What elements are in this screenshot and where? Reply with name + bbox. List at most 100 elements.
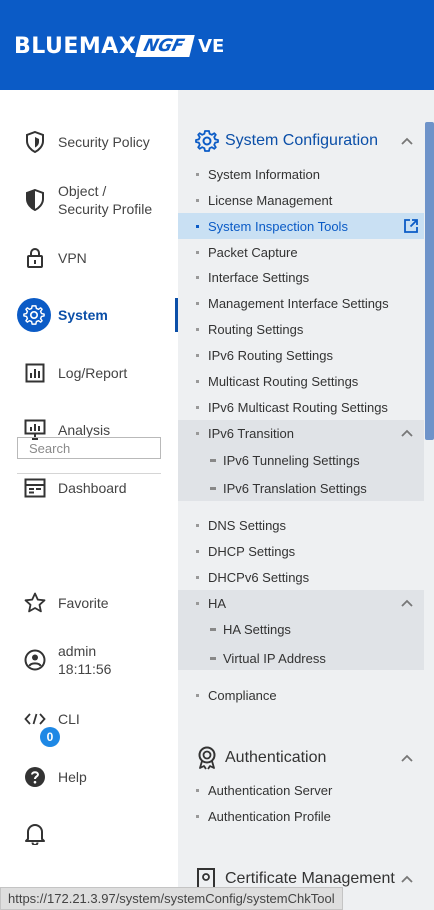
menu-group-ipv6-transition[interactable]: IPv6 Transition bbox=[178, 420, 424, 446]
search-box[interactable] bbox=[17, 437, 161, 459]
gear-icon bbox=[195, 129, 219, 153]
search-input[interactable] bbox=[18, 438, 160, 458]
menu-item-label: IPv6 Multicast Routing Settings bbox=[208, 399, 388, 415]
menu-item-management-interface-settings[interactable]: Management Interface Settings bbox=[178, 290, 424, 316]
menu-item-system-inspection-tools[interactable]: System Inspection Tools bbox=[178, 213, 424, 239]
nav-label: System bbox=[58, 307, 108, 323]
award-badge-icon bbox=[195, 746, 219, 770]
chevron-up-icon[interactable] bbox=[400, 134, 414, 148]
bullet bbox=[196, 431, 199, 435]
menu-item-label: DNS Settings bbox=[208, 517, 287, 533]
nav-label: CLI bbox=[58, 711, 80, 727]
chevron-up-icon[interactable] bbox=[400, 751, 414, 765]
menu-item-authentication-profile[interactable]: Authentication Profile bbox=[178, 803, 424, 829]
menu-item-compliance[interactable]: Compliance bbox=[178, 682, 424, 708]
menu-item-routing-settings[interactable]: Routing Settings bbox=[178, 316, 424, 342]
chevron-up-icon[interactable] bbox=[400, 426, 414, 440]
menu-item-dhcpv6-settings[interactable]: DHCPv6 Settings bbox=[178, 564, 424, 590]
menu-item-label: System Inspection Tools bbox=[208, 218, 348, 234]
scrollbar-thumb[interactable] bbox=[425, 122, 434, 440]
nav-label: Favorite bbox=[58, 595, 109, 611]
menu-item-label: DHCP Settings bbox=[208, 543, 296, 559]
nav-label: Dashboard bbox=[58, 480, 127, 496]
nav-help[interactable]: Help bbox=[0, 763, 178, 791]
menu-item-label: HA bbox=[208, 595, 227, 611]
external-link-icon[interactable] bbox=[402, 217, 420, 235]
shield-icon bbox=[22, 129, 48, 155]
bullet bbox=[196, 224, 199, 228]
bullet bbox=[196, 788, 199, 792]
gear-icon bbox=[17, 298, 51, 332]
menu-item-label: Virtual IP Address bbox=[223, 650, 326, 666]
bullet bbox=[196, 601, 199, 605]
menu-item-system-information[interactable]: System Information bbox=[178, 161, 424, 187]
menu-item-label: Interface Settings bbox=[208, 269, 310, 285]
nav-cli[interactable]: CLI bbox=[0, 706, 178, 732]
menu-item-dhcp-settings[interactable]: DHCP Settings bbox=[178, 538, 424, 564]
menu-item-label: Management Interface Settings bbox=[208, 295, 389, 311]
menu-item-label: DHCPv6 Settings bbox=[208, 569, 310, 585]
nav-security-policy[interactable]: Security Policy bbox=[0, 128, 178, 156]
nav-label-line2: Security Profile bbox=[58, 201, 153, 217]
bullet bbox=[196, 523, 199, 527]
nav-label: Security Policy bbox=[58, 134, 150, 150]
menu-subitem-ipv6-translation-settings[interactable]: IPv6 Translation Settings bbox=[178, 474, 424, 502]
menu-item-label: Authentication Server bbox=[208, 782, 333, 798]
menu-item-label: Compliance bbox=[208, 687, 277, 703]
menu-subitem-ha-settings[interactable]: HA Settings bbox=[178, 615, 424, 643]
nav-object-security-profile[interactable]: Object / Security Profile bbox=[0, 182, 178, 218]
section-system-configuration[interactable]: System Configuration bbox=[178, 126, 424, 156]
menu-item-label: Packet Capture bbox=[208, 244, 298, 260]
nav-label-line1: Object / bbox=[58, 183, 107, 199]
menu-item-ipv6-multicast-routing-settings[interactable]: IPv6 Multicast Routing Settings bbox=[178, 394, 424, 420]
bullet bbox=[196, 549, 199, 553]
menu-item-label: IPv6 Transition bbox=[208, 425, 294, 441]
menu-item-label: HA Settings bbox=[223, 621, 291, 637]
chevron-up-icon[interactable] bbox=[400, 872, 414, 886]
dashboard-icon bbox=[22, 475, 48, 501]
menu-item-label: Routing Settings bbox=[208, 321, 304, 337]
nav-system[interactable]: System bbox=[0, 298, 178, 332]
nav-label: VPN bbox=[58, 250, 87, 266]
menu-item-packet-capture[interactable]: Packet Capture bbox=[178, 239, 424, 265]
menu-item-interface-settings[interactable]: Interface Settings bbox=[178, 264, 424, 290]
nav-label: Help bbox=[58, 769, 87, 785]
bar-chart-icon bbox=[22, 360, 48, 386]
nav-admin-user[interactable]: admin 18:11:56 bbox=[0, 642, 178, 678]
nav-favorite[interactable]: Favorite bbox=[0, 589, 178, 617]
notification-badge: 0 bbox=[40, 727, 60, 747]
dash-bullet bbox=[210, 656, 216, 660]
dash-bullet bbox=[210, 486, 216, 490]
menu-item-label: Authentication Profile bbox=[208, 808, 331, 824]
bluemax-logo[interactable]: BLUEMAX NGF VE bbox=[14, 30, 224, 62]
menu-item-label: License Management bbox=[208, 192, 333, 208]
divider bbox=[17, 473, 161, 474]
nav-vpn[interactable]: VPN bbox=[0, 244, 178, 272]
bullet bbox=[196, 353, 199, 357]
bullet bbox=[196, 301, 199, 305]
menu-item-authentication-server[interactable]: Authentication Server bbox=[178, 777, 424, 803]
logo-ngf-badge: NGF bbox=[135, 35, 195, 57]
menu-item-dns-settings[interactable]: DNS Settings bbox=[178, 512, 424, 538]
menu-subitem-virtual-ip-address[interactable]: Virtual IP Address bbox=[178, 644, 424, 672]
help-icon bbox=[22, 764, 48, 790]
section-authentication[interactable]: Authentication bbox=[178, 743, 424, 773]
notifications-button[interactable] bbox=[0, 818, 70, 848]
section-title: Authentication bbox=[225, 749, 327, 766]
nav-log-report[interactable]: Log/Report bbox=[0, 359, 178, 387]
menu-item-ipv6-routing-settings[interactable]: IPv6 Routing Settings bbox=[178, 342, 424, 368]
section-title: System Configuration bbox=[225, 132, 378, 149]
menu-item-license-management[interactable]: License Management bbox=[178, 187, 424, 213]
chevron-up-icon[interactable] bbox=[400, 596, 414, 610]
nav-dashboard[interactable]: Dashboard bbox=[0, 474, 178, 502]
admin-name: admin bbox=[58, 643, 97, 659]
menu-subitem-ipv6-tunneling-settings[interactable]: IPv6 Tunneling Settings bbox=[178, 446, 424, 474]
menu-group-ha[interactable]: HA bbox=[178, 590, 424, 616]
menu-item-label: System Information bbox=[208, 166, 320, 182]
bullet bbox=[196, 198, 199, 202]
user-icon bbox=[22, 647, 48, 673]
bullet bbox=[196, 250, 199, 254]
shield-half-icon bbox=[22, 187, 48, 213]
bell-icon bbox=[22, 820, 48, 846]
menu-item-multicast-routing-settings[interactable]: Multicast Routing Settings bbox=[178, 368, 424, 394]
